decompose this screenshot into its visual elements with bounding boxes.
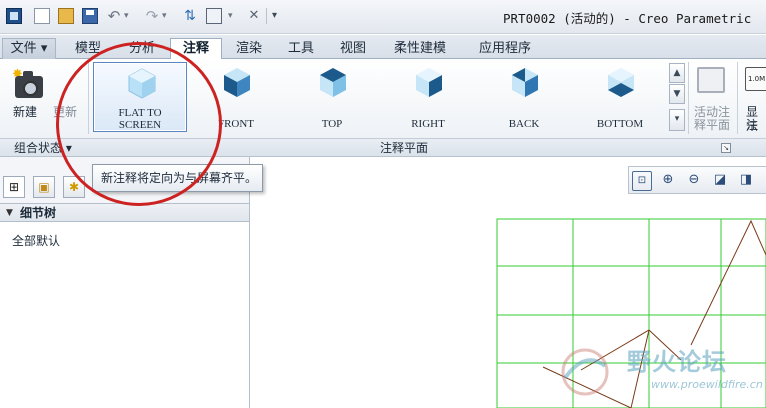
cube-icon <box>127 67 157 99</box>
zoom-out-icon[interactable]: ⊖ <box>684 171 704 191</box>
zoom-in-icon[interactable]: ⊕ <box>658 171 678 191</box>
gallery-expand-button[interactable]: ▾ <box>669 109 685 131</box>
collapse-arrow-icon[interactable]: ▼ <box>6 205 13 221</box>
app-icon[interactable] <box>6 8 22 24</box>
view-top-button[interactable]: TOP <box>285 62 379 132</box>
watermark-url: www.proewildfire.cn <box>651 378 763 391</box>
gallery-scroll-down-button[interactable]: ▼ <box>669 84 685 104</box>
watermark: 野火论坛 www.proewildfire.cn <box>555 342 766 408</box>
tooltip: 新注释将定向为与屏幕齐平。 <box>92 164 263 192</box>
combined-state-group[interactable]: 组合状态 ▾ <box>14 140 72 156</box>
ribbon-tab-bar: 文件 ▾ 模型 分析 注释 渲染 工具 视图 柔性建模 应用程序 <box>0 35 766 60</box>
redo-icon[interactable]: ↷ <box>144 8 160 24</box>
cube-back-icon <box>510 66 540 98</box>
tab-analysis[interactable]: 分析 <box>116 38 168 59</box>
refit-icon[interactable]: ⊡ <box>632 171 652 191</box>
update-combined-state-button[interactable]: ↻ 更新 <box>44 61 123 127</box>
tab-annotate[interactable]: 注释 <box>170 38 222 60</box>
view-right-button[interactable]: RIGHT <box>381 62 475 132</box>
tab-model[interactable]: 模型 <box>62 38 114 59</box>
view-front-button[interactable]: FRONT <box>189 62 283 132</box>
toolbar-separator <box>266 8 267 24</box>
view-flat-to-screen-button[interactable]: FLAT TO SCREEN <box>93 62 187 132</box>
dialog-launcher-icon[interactable]: ↘ <box>721 143 731 153</box>
tab-render[interactable]: 渲染 <box>224 38 274 59</box>
tab-view[interactable]: 视图 <box>328 38 378 59</box>
show-annotations-icon <box>745 67 766 91</box>
save-icon[interactable] <box>82 8 98 24</box>
watermark-text: 野火论坛 <box>627 348 727 376</box>
annotation-plane-group: 注释平面 <box>380 141 429 155</box>
repaint-icon[interactable]: ◪ <box>710 171 730 191</box>
annotation-plane-icon <box>697 67 725 93</box>
view-label: SCREEN <box>118 119 162 131</box>
model-tree-tab-icon[interactable]: ⊞ <box>3 176 25 198</box>
view-label: BOTTOM <box>596 118 644 130</box>
view-label: FRONT <box>217 118 255 130</box>
camera-icon <box>15 71 43 98</box>
active-annotation-plane-button[interactable]: 活动注 释平面 <box>689 61 735 132</box>
show-note-label: 注释 <box>746 118 759 131</box>
detail-tree-title: 细节树 <box>20 206 57 220</box>
new-file-icon[interactable] <box>34 8 50 24</box>
tab-file[interactable]: 文件 ▾ <box>2 38 56 59</box>
cube-top-icon <box>318 66 348 98</box>
title-bar: ↶ ▾ ↷ ▾ ⇅ ▾ ✕ ▾ PRT0002 (活动的) - Creo Par… <box>0 0 766 34</box>
active-note-label: 释平面 <box>693 118 730 132</box>
detail-tree-panel: 全部默认 <box>0 222 250 408</box>
regenerate-icon[interactable]: ⇅ <box>182 8 198 24</box>
cube-bottom-icon <box>606 66 636 98</box>
favorites-tab-icon[interactable]: ✱ <box>63 176 85 198</box>
view-label: RIGHT <box>411 118 445 130</box>
ribbon-group-labels: 组合状态 ▾ 注释平面 ↘ <box>0 139 766 157</box>
detail-tree-header[interactable]: ▼ 细节树 <box>0 203 250 222</box>
update-label: 更新 <box>52 105 77 119</box>
tab-label: 文件 <box>10 41 37 56</box>
tab-flexible-modeling[interactable]: 柔性建模 <box>382 38 458 59</box>
gallery-scroll-up-button[interactable]: ▲ <box>669 63 685 83</box>
folder-browser-tab-icon[interactable]: ▣ <box>33 176 55 198</box>
chevron-down-icon: ▾ <box>40 41 48 56</box>
graphics-toolbar: ⊡ ⊕ ⊖ ◪ ◨ <box>628 166 766 194</box>
display-style-icon[interactable]: ◨ <box>736 171 756 191</box>
windows-dropdown-icon[interactable]: ▾ <box>228 8 236 24</box>
new-combined-state-button[interactable]: ✸ 新建 <box>4 61 46 127</box>
chevron-down-icon: ▾ <box>65 141 72 155</box>
tab-applications[interactable]: 应用程序 <box>464 38 546 59</box>
group-label: 组合状态 <box>14 141 63 155</box>
view-label: FLAT TO <box>118 107 162 119</box>
tab-tools[interactable]: 工具 <box>276 38 326 59</box>
redo-dropdown-icon[interactable]: ▾ <box>162 8 170 24</box>
group-separator <box>88 62 89 134</box>
view-back-button[interactable]: BACK <box>477 62 571 132</box>
windows-icon[interactable] <box>206 8 222 24</box>
cube-front-icon <box>222 66 252 98</box>
undo-dropdown-icon[interactable]: ▾ <box>124 8 132 24</box>
tree-item-all-default[interactable]: 全部默认 <box>12 232 60 249</box>
watermark-logo-icon <box>561 348 609 396</box>
customize-toolbar-icon[interactable]: ▾ <box>272 8 282 24</box>
undo-icon[interactable]: ↶ <box>106 8 122 24</box>
show-annotations-button[interactable]: 显示 注释 <box>740 61 766 131</box>
open-folder-icon[interactable] <box>58 8 74 24</box>
ribbon-panel: ✸ 新建 ↻ 更新 FLAT TO SCREEN FRONT TOP RIGHT <box>0 59 766 139</box>
group-separator <box>737 62 738 134</box>
view-label: TOP <box>321 118 343 130</box>
window-title: PRT0002 (活动的) - Creo Parametric <box>503 11 752 26</box>
close-window-icon[interactable]: ✕ <box>246 8 262 24</box>
view-bottom-button[interactable]: BOTTOM <box>573 62 667 132</box>
new-label: 新建 <box>12 105 37 119</box>
cube-right-icon <box>414 66 444 98</box>
view-label: BACK <box>508 118 540 130</box>
